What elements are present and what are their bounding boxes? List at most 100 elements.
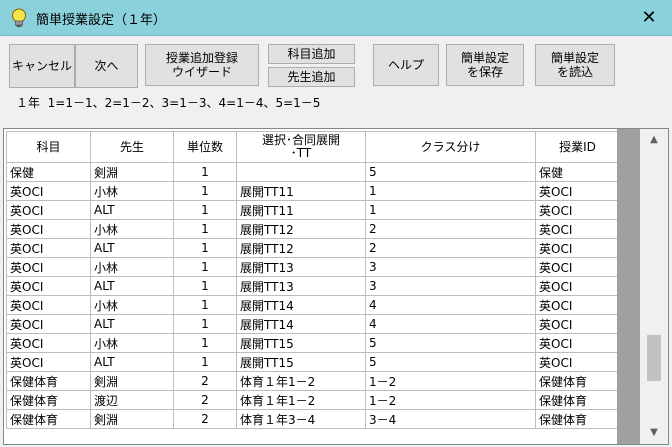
table-row[interactable]: 保健 剣淵 1 5 保健 xyxy=(6,162,620,182)
cell-teacher[interactable]: 剣淵 xyxy=(90,162,174,182)
cell-subject[interactable]: 英OCⅠ xyxy=(6,219,91,239)
cell-subject[interactable]: 英OCⅠ xyxy=(6,333,91,353)
cell-teacher[interactable]: 剣淵 xyxy=(90,409,174,429)
cell-credits[interactable]: 2 xyxy=(173,409,237,429)
cell-teacher[interactable]: 剣淵 xyxy=(90,371,174,391)
cell-teacher[interactable]: ALT xyxy=(90,276,174,296)
scroll-thumb[interactable] xyxy=(647,335,661,381)
cell-lesson-id[interactable]: 英OCⅠ xyxy=(535,181,620,201)
cell-group[interactable]: 展開TT11 xyxy=(236,181,366,201)
header-group[interactable]: 選択･合同展開 ･TT xyxy=(236,131,366,163)
cell-lesson-id[interactable]: 英OCⅠ xyxy=(535,295,620,315)
cell-subject[interactable]: 英OCⅠ xyxy=(6,238,91,258)
cell-subject[interactable]: 保健 xyxy=(6,162,91,182)
arrow-up-icon[interactable]: ▲ xyxy=(640,131,668,149)
cell-lesson-id[interactable]: 英OCⅠ xyxy=(535,352,620,372)
cell-class-split[interactable]: 5 xyxy=(365,162,536,182)
cell-group[interactable]: 展開TT11 xyxy=(236,200,366,220)
help-button[interactable]: ヘルプ xyxy=(373,44,439,86)
cancel-button[interactable]: キャンセル xyxy=(9,44,75,88)
add-teacher-button[interactable]: 先生追加 xyxy=(268,67,355,87)
cell-teacher[interactable]: 小林 xyxy=(90,257,174,277)
cell-group[interactable]: 展開TT14 xyxy=(236,314,366,334)
header-lesson-id[interactable]: 授業ID xyxy=(535,131,620,163)
table-row[interactable]: 英OCⅠ 小林 1 展開TT12 2 英OCⅠ xyxy=(6,219,620,239)
cell-credits[interactable]: 1 xyxy=(173,352,237,372)
table-row[interactable]: 英OCⅠ ALT 1 展開TT14 4 英OCⅠ xyxy=(6,314,620,334)
arrow-down-icon[interactable]: ▼ xyxy=(640,424,668,442)
cell-credits[interactable]: 1 xyxy=(173,314,237,334)
cell-subject[interactable]: 英OCⅠ xyxy=(6,257,91,277)
cell-credits[interactable]: 1 xyxy=(173,238,237,258)
table-row[interactable]: 英OCⅠ ALT 1 展開TT12 2 英OCⅠ xyxy=(6,238,620,258)
cell-teacher[interactable]: ALT xyxy=(90,238,174,258)
cell-class-split[interactable]: 5 xyxy=(365,352,536,372)
cell-class-split[interactable]: 4 xyxy=(365,314,536,334)
vertical-scrollbar[interactable]: ▲ ▼ xyxy=(640,129,668,444)
cell-teacher[interactable]: ALT xyxy=(90,352,174,372)
cell-group[interactable]: 体育１年1－2 xyxy=(236,371,366,391)
wizard-button[interactable]: 授業追加登録 ウイザード xyxy=(145,44,259,86)
cell-teacher[interactable]: 小林 xyxy=(90,181,174,201)
cell-credits[interactable]: 2 xyxy=(173,390,237,410)
cell-credits[interactable]: 1 xyxy=(173,295,237,315)
cell-subject[interactable]: 保健体育 xyxy=(6,409,91,429)
header-class-split[interactable]: クラス分け xyxy=(365,131,536,163)
table-row[interactable]: 英OCⅠ 小林 1 展開TT11 1 英OCⅠ xyxy=(6,181,620,201)
table-row[interactable]: 英OCⅠ 小林 1 展開TT13 3 英OCⅠ xyxy=(6,257,620,277)
cell-credits[interactable]: 1 xyxy=(173,257,237,277)
cell-class-split[interactable]: 1 xyxy=(365,181,536,201)
cell-class-split[interactable]: 4 xyxy=(365,295,536,315)
cell-group[interactable]: 展開TT12 xyxy=(236,238,366,258)
cell-class-split[interactable]: 3－4 xyxy=(365,409,536,429)
table-row[interactable]: 英OCⅠ 小林 1 展開TT15 5 英OCⅠ xyxy=(6,333,620,353)
cell-class-split[interactable]: 1－2 xyxy=(365,371,536,391)
cell-subject[interactable]: 保健体育 xyxy=(6,371,91,391)
cell-group[interactable]: 展開TT13 xyxy=(236,276,366,296)
cell-group[interactable]: 展開TT15 xyxy=(236,333,366,353)
cell-lesson-id[interactable]: 英OCⅠ xyxy=(535,276,620,296)
table-row[interactable]: 英OCⅠ ALT 1 展開TT11 1 英OCⅠ xyxy=(6,200,620,220)
cell-credits[interactable]: 1 xyxy=(173,181,237,201)
table-row[interactable]: 保健体育 剣淵 2 体育１年1－2 1－2 保健体育 xyxy=(6,371,620,391)
cell-class-split[interactable]: 3 xyxy=(365,276,536,296)
cell-group[interactable]: 展開TT14 xyxy=(236,295,366,315)
cell-teacher[interactable]: 渡辺 xyxy=(90,390,174,410)
cell-subject[interactable]: 英OCⅠ xyxy=(6,276,91,296)
cell-teacher[interactable]: 小林 xyxy=(90,295,174,315)
cell-teacher[interactable]: 小林 xyxy=(90,219,174,239)
cell-lesson-id[interactable]: 保健 xyxy=(535,162,620,182)
cell-group[interactable]: 体育１年1－2 xyxy=(236,390,366,410)
cell-lesson-id[interactable]: 英OCⅠ xyxy=(535,314,620,334)
header-subject[interactable]: 科目 xyxy=(6,131,91,163)
header-teacher[interactable]: 先生 xyxy=(90,131,174,163)
cell-subject[interactable]: 英OCⅠ xyxy=(6,352,91,372)
cell-subject[interactable]: 英OCⅠ xyxy=(6,314,91,334)
cell-teacher[interactable]: 小林 xyxy=(90,333,174,353)
table-row[interactable]: 保健体育 剣淵 2 体育１年3－4 3－4 保健体育 xyxy=(6,409,620,429)
cell-credits[interactable]: 1 xyxy=(173,162,237,182)
cell-class-split[interactable]: 1－2 xyxy=(365,390,536,410)
cell-lesson-id[interactable]: 英OCⅠ xyxy=(535,238,620,258)
cell-group[interactable]: 展開TT13 xyxy=(236,257,366,277)
cell-group[interactable]: 体育１年3－4 xyxy=(236,409,366,429)
cell-lesson-id[interactable]: 英OCⅠ xyxy=(535,200,620,220)
cell-group[interactable] xyxy=(236,162,366,182)
cell-class-split[interactable]: 3 xyxy=(365,257,536,277)
cell-teacher[interactable]: ALT xyxy=(90,200,174,220)
cell-lesson-id[interactable]: 英OCⅠ xyxy=(535,219,620,239)
cell-class-split[interactable]: 5 xyxy=(365,333,536,353)
close-button[interactable]: ✕ xyxy=(626,0,672,35)
cell-class-split[interactable]: 2 xyxy=(365,238,536,258)
next-button[interactable]: 次へ xyxy=(75,44,138,88)
cell-class-split[interactable]: 2 xyxy=(365,219,536,239)
save-settings-button[interactable]: 簡単設定 を保存 xyxy=(446,44,524,86)
cell-class-split[interactable]: 1 xyxy=(365,200,536,220)
header-credits[interactable]: 単位数 xyxy=(173,131,237,163)
cell-teacher[interactable]: ALT xyxy=(90,314,174,334)
cell-lesson-id[interactable]: 英OCⅠ xyxy=(535,257,620,277)
add-subject-button[interactable]: 科目追加 xyxy=(268,44,355,64)
cell-lesson-id[interactable]: 英OCⅠ xyxy=(535,333,620,353)
cell-credits[interactable]: 2 xyxy=(173,371,237,391)
table-row[interactable]: 保健体育 渡辺 2 体育１年1－2 1－2 保健体育 xyxy=(6,390,620,410)
